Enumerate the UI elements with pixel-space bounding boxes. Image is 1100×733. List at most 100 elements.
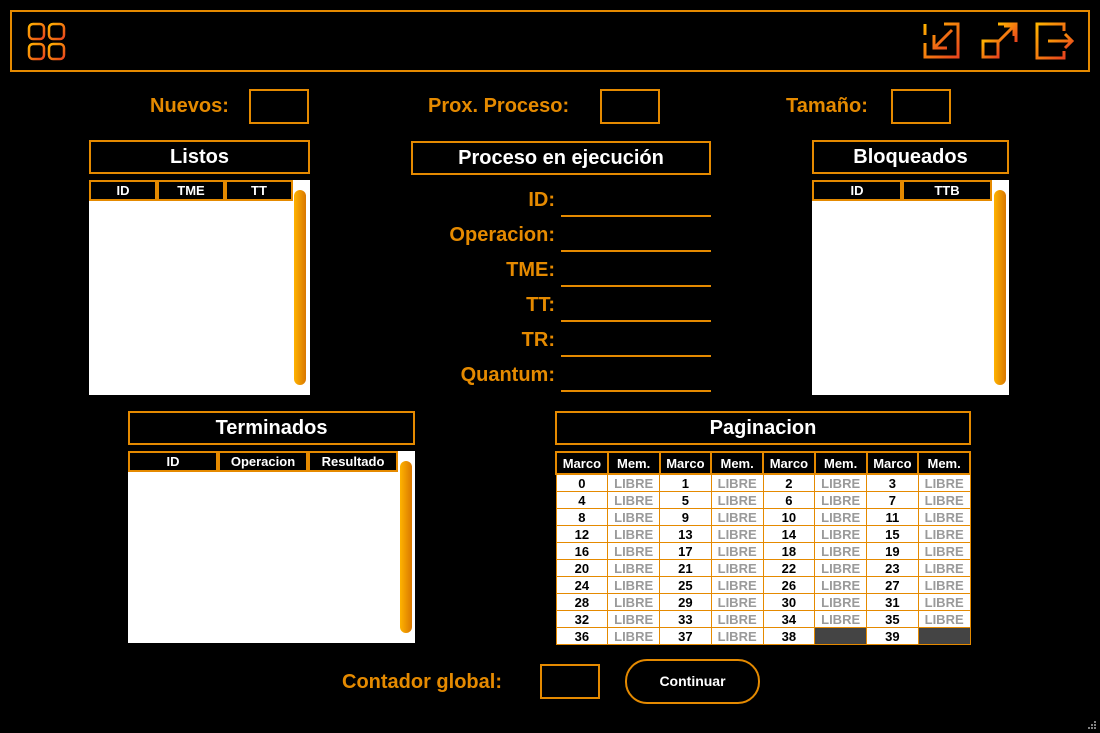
mem-cell: LIBRE bbox=[710, 473, 764, 492]
paginacion-title: Paginacion bbox=[555, 411, 971, 445]
marco-cell: 14 bbox=[762, 525, 816, 543]
nuevos-field bbox=[249, 89, 309, 124]
marco-cell: 17 bbox=[659, 542, 712, 560]
mem-cell: LIBRE bbox=[917, 525, 971, 543]
mem-cell: LIBRE bbox=[814, 508, 867, 526]
terminados-col-operacion: Operacion bbox=[218, 451, 308, 472]
ejec-tr-value bbox=[561, 337, 711, 357]
marco-cell: 0 bbox=[555, 473, 609, 492]
paginacion-row: 16 LIBRE 17 LIBRE 18 LIBRE 19 LIBRE bbox=[555, 542, 971, 560]
marco-cell: 39 bbox=[866, 627, 919, 645]
mem-cell: LIBRE bbox=[917, 576, 971, 594]
marco-cell: 28 bbox=[555, 593, 609, 611]
marco-cell: 20 bbox=[555, 559, 609, 577]
mem-cell: LIBRE bbox=[710, 525, 764, 543]
mem-cell: LIBRE bbox=[917, 473, 971, 492]
mem-cell: LIBRE bbox=[710, 542, 764, 560]
minimize-icon[interactable] bbox=[922, 21, 962, 61]
terminados-scrollbar[interactable] bbox=[400, 461, 412, 633]
terminados-col-resultado: Resultado bbox=[308, 451, 398, 472]
mem-cell: LIBRE bbox=[917, 542, 971, 560]
mem-cell: LIBRE bbox=[814, 593, 867, 611]
resize-grip-icon[interactable] bbox=[1086, 719, 1098, 731]
marco-cell: 11 bbox=[866, 508, 919, 526]
marco-cell: 15 bbox=[866, 525, 919, 543]
marco-cell: 8 bbox=[555, 508, 609, 526]
marco-cell: 5 bbox=[659, 491, 712, 509]
mem-cell bbox=[814, 627, 867, 645]
contador-global-label: Contador global: bbox=[342, 671, 502, 693]
mem-cell: LIBRE bbox=[917, 508, 971, 526]
menu-grid-icon[interactable] bbox=[27, 22, 67, 62]
bloqueados-table: ID TTB bbox=[812, 180, 1009, 395]
bloqueados-header: ID TTB bbox=[812, 180, 992, 201]
mem-cell: LIBRE bbox=[710, 559, 764, 577]
paginacion-row: 28 LIBRE 29 LIBRE 30 LIBRE 31 LIBRE bbox=[555, 593, 971, 611]
marco-cell: 25 bbox=[659, 576, 712, 594]
col-marco: Marco bbox=[555, 451, 609, 475]
bloqueados-title: Bloqueados bbox=[812, 140, 1009, 174]
tamano-field bbox=[891, 89, 951, 124]
ejec-id-label: ID: bbox=[528, 189, 555, 211]
exit-icon[interactable] bbox=[1034, 21, 1076, 61]
marco-cell: 2 bbox=[762, 473, 816, 492]
bloqueados-scrollbar[interactable] bbox=[994, 190, 1006, 385]
listos-table: ID TME TT bbox=[89, 180, 310, 395]
marco-cell: 21 bbox=[659, 559, 712, 577]
ejec-operacion-value bbox=[561, 232, 711, 252]
marco-cell: 7 bbox=[866, 491, 919, 509]
marco-cell: 18 bbox=[762, 542, 816, 560]
mem-cell: LIBRE bbox=[607, 508, 660, 526]
marco-cell: 27 bbox=[866, 576, 919, 594]
ejec-tr-label: TR: bbox=[521, 329, 555, 351]
marco-cell: 16 bbox=[555, 542, 609, 560]
ejec-tme-label: TME: bbox=[506, 259, 555, 281]
listos-col-tt: TT bbox=[225, 180, 293, 201]
tamano-label: Tamaño: bbox=[786, 95, 868, 117]
maximize-icon[interactable] bbox=[980, 21, 1020, 61]
paginacion-row: 36 LIBRE 37 LIBRE 38 39 bbox=[555, 627, 971, 645]
mem-cell: LIBRE bbox=[607, 542, 660, 560]
mem-cell: LIBRE bbox=[814, 491, 867, 509]
marco-cell: 13 bbox=[659, 525, 712, 543]
marco-cell: 26 bbox=[762, 576, 816, 594]
mem-cell: LIBRE bbox=[607, 576, 660, 594]
mem-cell: LIBRE bbox=[710, 508, 764, 526]
marco-cell: 22 bbox=[762, 559, 816, 577]
listos-col-id: ID bbox=[89, 180, 157, 201]
marco-cell: 32 bbox=[555, 610, 609, 628]
col-marco: Marco bbox=[658, 451, 713, 475]
marco-cell: 37 bbox=[659, 627, 712, 645]
paginacion-table: Marco Mem. Marco Mem. Marco Mem. Marco M… bbox=[555, 451, 971, 645]
paginacion-header: Marco Mem. Marco Mem. Marco Mem. Marco M… bbox=[555, 451, 971, 475]
marco-cell: 19 bbox=[866, 542, 919, 560]
prox-proceso-field bbox=[600, 89, 660, 124]
marco-cell: 34 bbox=[762, 610, 816, 628]
listos-scrollbar[interactable] bbox=[294, 190, 306, 385]
col-mem: Mem. bbox=[606, 451, 661, 475]
ejec-id-value bbox=[561, 197, 711, 217]
mem-cell: LIBRE bbox=[607, 593, 660, 611]
mem-cell: LIBRE bbox=[607, 491, 660, 509]
terminados-col-id: ID bbox=[128, 451, 218, 472]
col-mem: Mem. bbox=[813, 451, 868, 475]
listos-title: Listos bbox=[89, 140, 310, 174]
marco-cell: 6 bbox=[762, 491, 816, 509]
paginacion-row: 32 LIBRE 33 LIBRE 34 LIBRE 35 LIBRE bbox=[555, 610, 971, 628]
marco-cell: 35 bbox=[866, 610, 919, 628]
ejec-tme-value bbox=[561, 267, 711, 287]
mem-cell: LIBRE bbox=[917, 593, 971, 611]
mem-cell: LIBRE bbox=[814, 610, 867, 628]
contador-global-field bbox=[540, 664, 600, 699]
paginacion-row: 12 LIBRE 13 LIBRE 14 LIBRE 15 LIBRE bbox=[555, 525, 971, 543]
marco-cell: 24 bbox=[555, 576, 609, 594]
continuar-button[interactable]: Continuar bbox=[625, 659, 760, 704]
mem-cell: LIBRE bbox=[710, 610, 764, 628]
paginacion-row: 24 LIBRE 25 LIBRE 26 LIBRE 27 LIBRE bbox=[555, 576, 971, 594]
mem-cell: LIBRE bbox=[814, 576, 867, 594]
marco-cell: 23 bbox=[866, 559, 919, 577]
paginacion-table-wrap: Marco Mem. Marco Mem. Marco Mem. Marco M… bbox=[555, 451, 971, 645]
mem-cell: LIBRE bbox=[607, 525, 660, 543]
ejec-tt-value bbox=[561, 302, 711, 322]
mem-cell: LIBRE bbox=[814, 473, 867, 492]
